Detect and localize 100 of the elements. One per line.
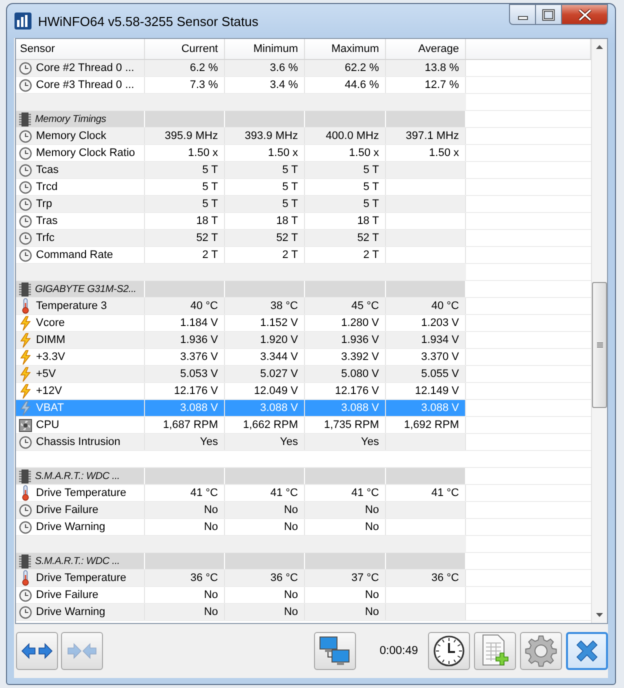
- column-header[interactable]: Maximum: [305, 39, 386, 59]
- group-label: S.M.A.R.T.: WDC ...: [34, 553, 145, 569]
- table-cell: 6.2 %: [145, 60, 225, 76]
- table-cell: 397.1 MHz: [386, 128, 466, 144]
- table-cell: 5 T: [145, 196, 225, 212]
- table-row[interactable]: Chassis Intrusion Yes Yes Yes: [16, 434, 591, 451]
- lightning-icon: [20, 316, 30, 330]
- group-row[interactable]: S.M.A.R.T.: WDC ...: [16, 468, 591, 485]
- table-cell: 3.4 %: [225, 77, 305, 93]
- fan-icon: [18, 418, 32, 432]
- table-cell: 12.176 V: [305, 383, 386, 399]
- scroll-up-icon[interactable]: [596, 45, 603, 49]
- network-button[interactable]: [314, 632, 356, 670]
- table-row[interactable]: Trfc 52 T 52 T 52 T: [16, 230, 591, 247]
- window-close-button[interactable]: [562, 4, 608, 25]
- clock-icon: [18, 62, 32, 74]
- group-label: S.M.A.R.T.: WDC ...: [34, 468, 145, 484]
- clock-icon: [18, 606, 32, 618]
- table-cell: No: [225, 519, 305, 535]
- table-cell: No: [145, 587, 225, 603]
- table-cell: Yes: [305, 434, 386, 450]
- minimize-button[interactable]: [509, 4, 536, 25]
- lightning-icon: [20, 366, 30, 382]
- column-header[interactable]: Minimum: [225, 39, 305, 59]
- sensor-name: Drive Temperature: [34, 485, 145, 501]
- table-cell: 5 T: [305, 162, 386, 178]
- table-cell: 3.088 V: [145, 400, 225, 416]
- table-row[interactable]: Core #2 Thread 0 ... 6.2 % 3.6 % 62.2 % 13.8 %: [16, 60, 591, 77]
- chip-icon: [19, 554, 31, 568]
- sensor-name: Drive Temperature: [34, 570, 145, 586]
- table-cell: 52 T: [225, 230, 305, 246]
- table-cell: 1.203 V: [386, 315, 466, 331]
- table-cell: 5 T: [225, 196, 305, 212]
- settings-button[interactable]: [520, 632, 562, 670]
- scroll-thumb[interactable]: [592, 282, 607, 408]
- thermometer-icon: [20, 298, 30, 314]
- table-row[interactable]: DIMM 1.936 V 1.920 V 1.936 V 1.934 V: [16, 332, 591, 349]
- table-cell: 1.50 x: [386, 145, 466, 161]
- sensor-name: Drive Warning: [34, 604, 145, 620]
- table-row[interactable]: Memory Clock 395.9 MHz 393.9 MHz 400.0 MHz 397.1 MHz: [16, 128, 591, 145]
- clock-icon: [18, 78, 32, 92]
- table-row[interactable]: Drive Temperature 36 °C 36 °C 37 °C 36 °C: [16, 570, 591, 587]
- sensor-name: Drive Warning: [34, 519, 145, 535]
- sensor-name: Chassis Intrusion: [34, 434, 145, 450]
- table-cell: 36 °C: [145, 570, 225, 586]
- sensor-name: +12V: [34, 383, 145, 399]
- table-cell: 44.6 %: [305, 77, 386, 93]
- group-label: GIGABYTE G31M-S2...: [34, 281, 145, 297]
- clock-icon: [18, 214, 32, 228]
- table-cell: 1.936 V: [305, 332, 386, 348]
- sensor-name: Memory Clock Ratio: [34, 145, 145, 161]
- column-header[interactable]: Current: [145, 39, 225, 59]
- table-cell: 5.055 V: [386, 366, 466, 382]
- sensor-name: +3.3V: [34, 349, 145, 365]
- table-cell: 5.080 V: [305, 366, 386, 382]
- maximize-button[interactable]: [536, 4, 562, 25]
- close-icon: [574, 638, 600, 664]
- chip-icon: [19, 112, 31, 126]
- spreadsheet-add-icon: [480, 634, 510, 668]
- table-row[interactable]: Drive Failure No No No: [16, 502, 591, 519]
- expand-button[interactable]: [16, 632, 58, 670]
- clock-icon: [433, 635, 465, 667]
- table-cell: No: [145, 519, 225, 535]
- table-row[interactable]: Trp 5 T 5 T 5 T: [16, 196, 591, 213]
- table-cell: 36 °C: [386, 570, 466, 586]
- table-row[interactable]: Tcas 5 T 5 T 5 T: [16, 162, 591, 179]
- lightning-icon: [20, 384, 30, 398]
- table-cell: 45 °C: [305, 298, 386, 314]
- group-row[interactable]: Memory Timings: [16, 111, 591, 128]
- clock-icon: [18, 130, 32, 142]
- group-row[interactable]: S.M.A.R.T.: WDC ...: [16, 553, 591, 570]
- sensor-name: VBAT: [34, 400, 145, 416]
- clock-icon: [18, 164, 32, 176]
- table-cell: 41 °C: [386, 485, 466, 501]
- clock-icon: [18, 180, 32, 194]
- group-row[interactable]: GIGABYTE G31M-S2...: [16, 281, 591, 298]
- close-button[interactable]: [566, 632, 608, 670]
- table-cell: 1.50 x: [305, 145, 386, 161]
- double-arrow-icon: [21, 642, 53, 660]
- clock-icon: [18, 198, 32, 210]
- table-cell: 400.0 MHz: [305, 128, 386, 144]
- table-cell: No: [145, 502, 225, 518]
- column-header[interactable]: Sensor: [16, 39, 145, 59]
- table-cell: 3.088 V: [386, 400, 466, 416]
- table-row[interactable]: Drive Warning No No No: [16, 604, 591, 621]
- table-row[interactable]: Temperature 3 40 °C 38 °C 45 °C 40 °C: [16, 298, 591, 315]
- table-cell: 40 °C: [145, 298, 225, 314]
- sensor-name: Vcore: [34, 315, 145, 331]
- clock-button[interactable]: [428, 632, 470, 670]
- table-cell: 5 T: [305, 179, 386, 195]
- column-header[interactable]: Average: [386, 39, 466, 59]
- scroll-down-icon[interactable]: [596, 613, 603, 617]
- table-row[interactable]: +5V 5.053 V 5.027 V 5.080 V 5.055 V: [16, 366, 591, 383]
- table-cell: 395.9 MHz: [145, 128, 225, 144]
- sensor-name: +5V: [34, 366, 145, 382]
- scrollbar[interactable]: [591, 39, 607, 623]
- table-cell: 1.152 V: [225, 315, 305, 331]
- table-cell: 3.088 V: [225, 400, 305, 416]
- table-cell: 1.934 V: [386, 332, 466, 348]
- table-cell: 1,692 RPM: [386, 417, 466, 433]
